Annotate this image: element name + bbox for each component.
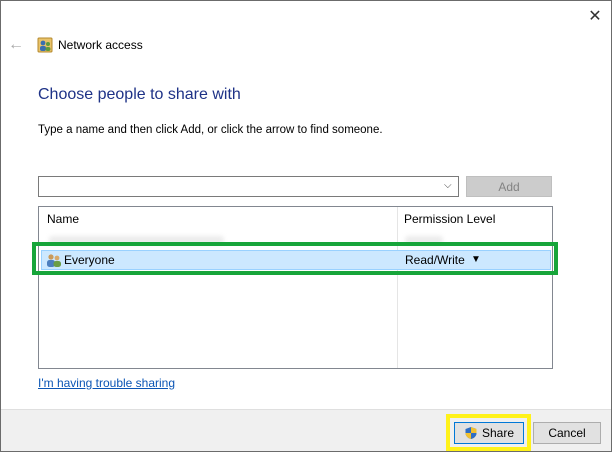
- blurred-name: [49, 236, 224, 244]
- blurred-permission: [405, 236, 443, 244]
- window-title: Network access: [58, 38, 143, 52]
- name-combo-box[interactable]: ⌵: [38, 176, 459, 197]
- share-label: Share: [481, 426, 515, 440]
- list-header: Name Permission Level: [39, 207, 552, 231]
- permission-dropdown[interactable]: Read/Write: [405, 253, 465, 267]
- dropdown-arrow-icon[interactable]: ▼: [471, 254, 481, 265]
- instruction-text: Type a name and then click Add, or click…: [38, 124, 383, 136]
- add-button[interactable]: Add: [466, 176, 552, 197]
- blurred-row: [45, 234, 545, 246]
- column-header-name[interactable]: Name: [47, 212, 79, 226]
- list-item-everyone[interactable]: Everyone Read/Write ▼: [41, 250, 551, 270]
- column-header-permission[interactable]: Permission Level: [404, 212, 495, 226]
- row-name: Everyone: [64, 253, 115, 267]
- cancel-button[interactable]: Cancel: [533, 422, 601, 444]
- permission-list[interactable]: Name Permission Level Everyone Read/Writ…: [38, 206, 553, 369]
- users-group-icon: [47, 254, 61, 267]
- close-button[interactable]: ✕: [579, 3, 611, 29]
- page-heading: Choose people to share with: [38, 86, 241, 103]
- network-users-icon: [37, 37, 53, 53]
- uac-shield-icon: [465, 427, 477, 439]
- share-button[interactable]: Share: [454, 422, 524, 444]
- close-icon: ✕: [588, 8, 602, 25]
- column-divider: [397, 207, 398, 368]
- back-arrow-icon: ←: [8, 36, 24, 53]
- chevron-down-icon[interactable]: ⌵: [444, 180, 454, 192]
- back-button[interactable]: ←: [6, 36, 26, 54]
- trouble-sharing-link[interactable]: I'm having trouble sharing: [38, 376, 175, 390]
